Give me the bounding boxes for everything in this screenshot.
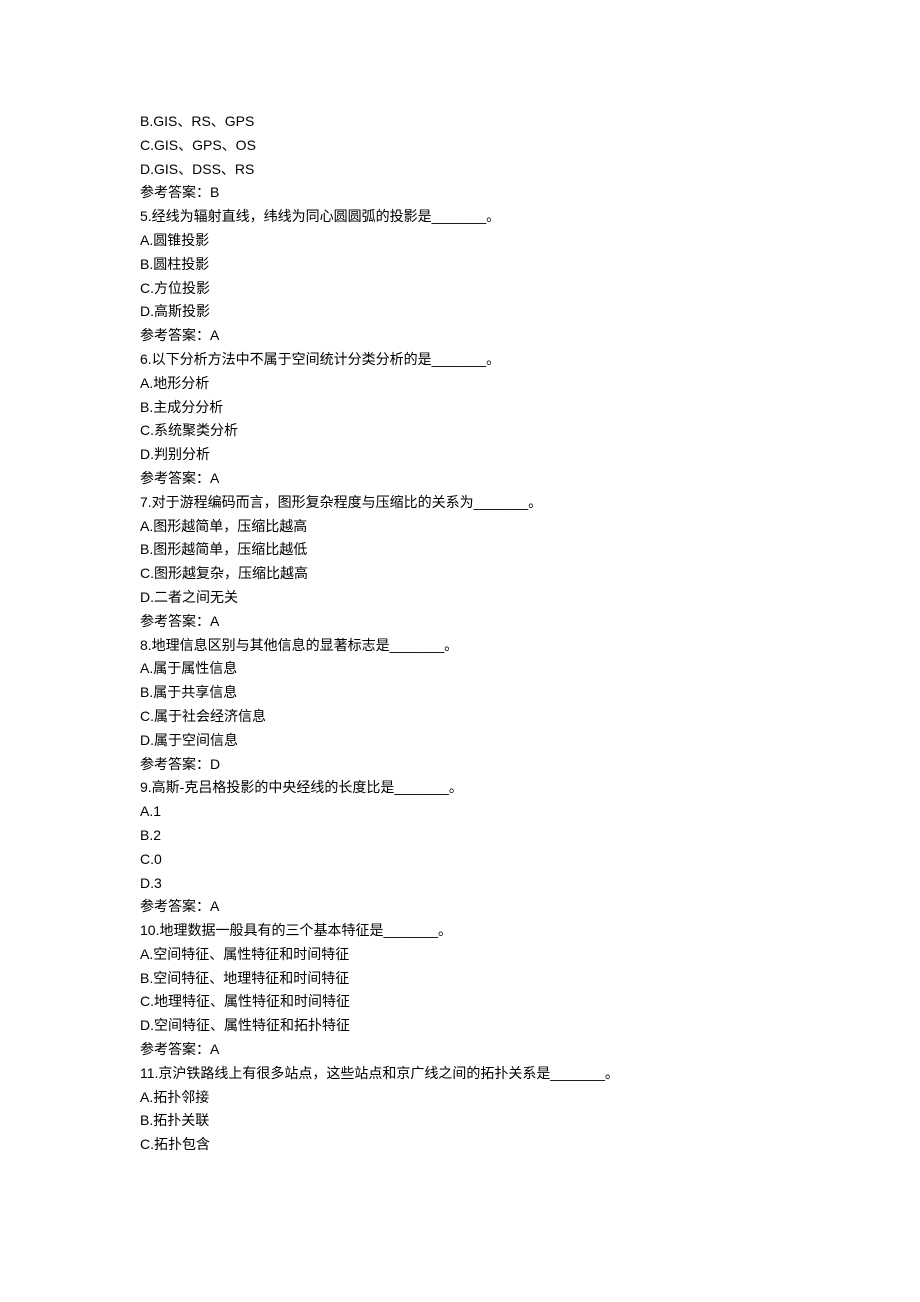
option-text: C.图形越复杂，压缩比越高 bbox=[140, 562, 780, 586]
option-text: C.方位投影 bbox=[140, 277, 780, 301]
option-text: B.图形越简单，压缩比越低 bbox=[140, 538, 780, 562]
option-text: B.2 bbox=[140, 824, 780, 848]
answer-text: 参考答案：D bbox=[140, 753, 780, 777]
option-text: B.空间特征、地理特征和时间特征 bbox=[140, 967, 780, 991]
question-text: 8.地理信息区别与其他信息的显著标志是_______。 bbox=[140, 634, 780, 658]
answer-text: 参考答案：B bbox=[140, 181, 780, 205]
option-text: C.0 bbox=[140, 848, 780, 872]
option-text: A.拓扑邻接 bbox=[140, 1086, 780, 1110]
option-text: D.属于空间信息 bbox=[140, 729, 780, 753]
option-text: B.拓扑关联 bbox=[140, 1109, 780, 1133]
question-text: 6.以下分析方法中不属于空间统计分类分析的是_______。 bbox=[140, 348, 780, 372]
option-text: A.空间特征、属性特征和时间特征 bbox=[140, 943, 780, 967]
option-text: B.属于共享信息 bbox=[140, 681, 780, 705]
option-text: B.圆柱投影 bbox=[140, 253, 780, 277]
option-text: D.二者之间无关 bbox=[140, 586, 780, 610]
option-text: C.拓扑包含 bbox=[140, 1133, 780, 1157]
option-text: A.地形分析 bbox=[140, 372, 780, 396]
option-text: D.判别分析 bbox=[140, 443, 780, 467]
option-text: D.3 bbox=[140, 872, 780, 896]
answer-text: 参考答案：A bbox=[140, 324, 780, 348]
option-text: D.空间特征、属性特征和拓扑特征 bbox=[140, 1014, 780, 1038]
option-text: D.GIS、DSS、RS bbox=[140, 158, 780, 182]
answer-text: 参考答案：A bbox=[140, 1038, 780, 1062]
answer-text: 参考答案：A bbox=[140, 610, 780, 634]
option-text: C.属于社会经济信息 bbox=[140, 705, 780, 729]
option-text: D.高斯投影 bbox=[140, 300, 780, 324]
option-text: B.主成分分析 bbox=[140, 396, 780, 420]
question-text: 9.高斯-克吕格投影的中央经线的长度比是_______。 bbox=[140, 776, 780, 800]
option-text: C.GIS、GPS、OS bbox=[140, 134, 780, 158]
option-text: A.属于属性信息 bbox=[140, 657, 780, 681]
option-text: A.圆锥投影 bbox=[140, 229, 780, 253]
option-text: A.图形越简单，压缩比越高 bbox=[140, 515, 780, 539]
question-text: 10.地理数据一般具有的三个基本特征是_______。 bbox=[140, 919, 780, 943]
option-text: C.地理特征、属性特征和时间特征 bbox=[140, 990, 780, 1014]
answer-text: 参考答案：A bbox=[140, 895, 780, 919]
answer-text: 参考答案：A bbox=[140, 467, 780, 491]
option-text: A.1 bbox=[140, 800, 780, 824]
question-text: 7.对于游程编码而言，图形复杂程度与压缩比的关系为_______。 bbox=[140, 491, 780, 515]
document-body: B.GIS、RS、GPSC.GIS、GPS、OSD.GIS、DSS、RS参考答案… bbox=[140, 110, 780, 1157]
question-text: 5.经线为辐射直线，纬线为同心圆圆弧的投影是_______。 bbox=[140, 205, 780, 229]
question-text: 11.京沪铁路线上有很多站点，这些站点和京广线之间的拓扑关系是_______。 bbox=[140, 1062, 780, 1086]
option-text: C.系统聚类分析 bbox=[140, 419, 780, 443]
option-text: B.GIS、RS、GPS bbox=[140, 110, 780, 134]
